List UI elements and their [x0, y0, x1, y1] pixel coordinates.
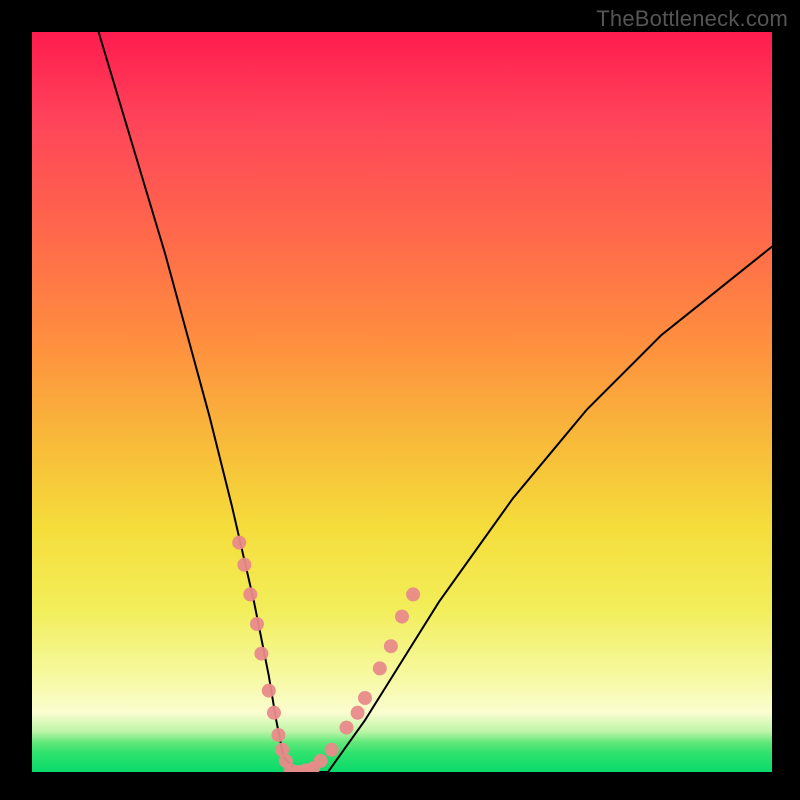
watermark-text: TheBottleneck.com: [596, 6, 788, 32]
chart-data-point: [314, 754, 328, 768]
chart-data-point: [267, 706, 281, 720]
chart-data-point: [232, 536, 246, 550]
chart-data-point: [237, 558, 251, 572]
chart-svg: [32, 32, 772, 772]
chart-data-point: [243, 587, 257, 601]
chart-data-point: [250, 617, 264, 631]
chart-data-point: [254, 647, 268, 661]
chart-data-point: [373, 661, 387, 675]
chart-data-point: [406, 587, 420, 601]
chart-data-point: [358, 691, 372, 705]
chart-data-point: [340, 721, 354, 735]
chart-curve: [99, 32, 772, 772]
chart-data-point: [262, 684, 276, 698]
chart-data-point: [325, 743, 339, 757]
chart-data-point: [351, 706, 365, 720]
chart-data-point: [395, 610, 409, 624]
chart-plot-area: [32, 32, 772, 772]
chart-data-point: [271, 728, 285, 742]
chart-data-point: [384, 639, 398, 653]
